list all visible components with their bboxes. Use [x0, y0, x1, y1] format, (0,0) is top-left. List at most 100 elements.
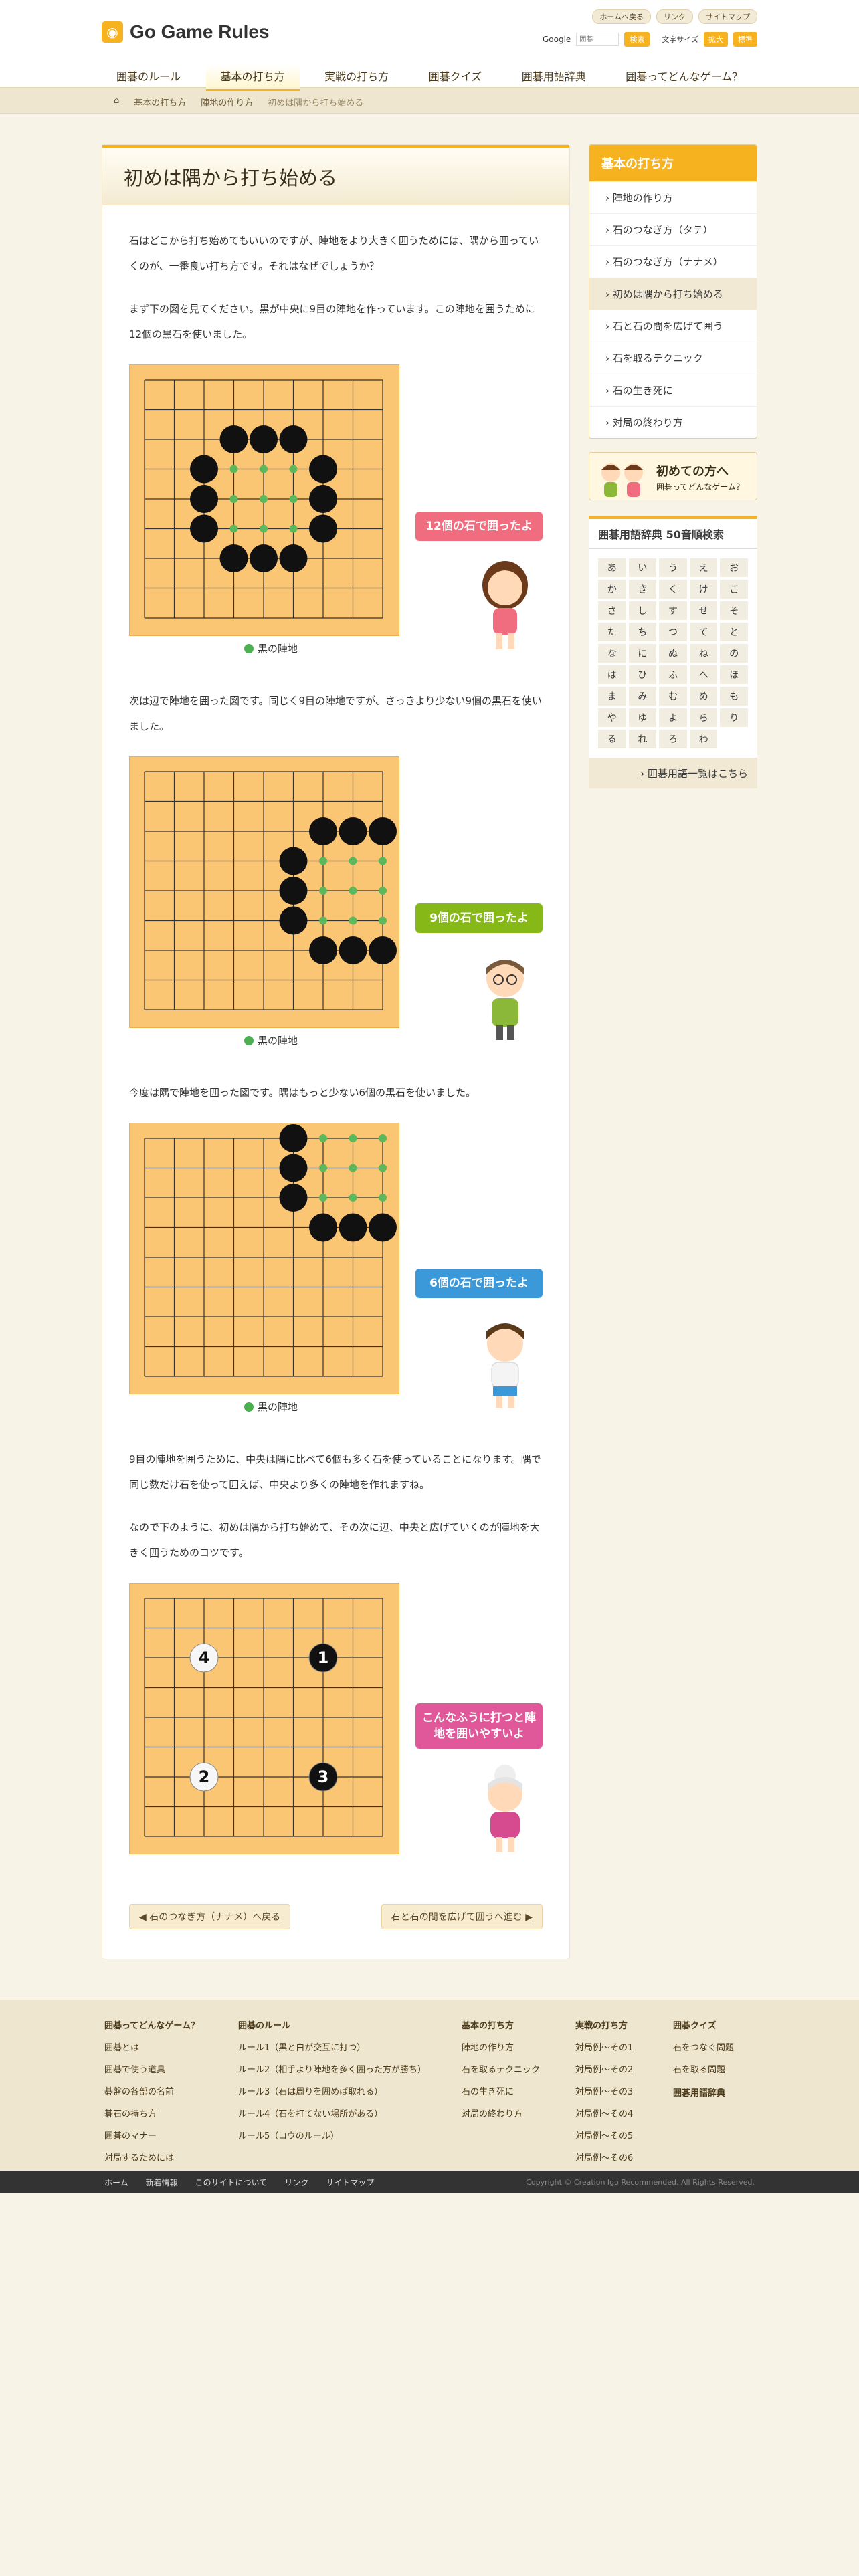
kana-cell[interactable]: あ [598, 558, 626, 577]
kana-cell[interactable]: ふ [659, 665, 687, 684]
kana-cell[interactable]: せ [689, 601, 718, 620]
kana-cell[interactable]: ら [689, 708, 718, 727]
black-stone [369, 817, 397, 845]
footer: 囲碁ってどんなゲーム？ 囲碁とは 囲碁で使う道具 碁盤の各部の名前 碁石の持ち方 囲… [0, 2000, 859, 2171]
kana-cell[interactable]: か [598, 580, 626, 599]
footer-col-rules: 囲碁のルール ルール1（黒と白が交互に打つ） ルール2（相手より陣地を多く囲った方… [238, 2021, 427, 2141]
sidebar-item-capture[interactable]: › 石を取るテクニック [589, 342, 757, 374]
sidebar-item-life-death[interactable]: › 石の生き死に [589, 374, 757, 406]
sidebar-item-corner-first[interactable]: › 初めは隅から打ち始める [589, 278, 757, 310]
search-button[interactable]: 検索 [624, 32, 650, 47]
footer-link-links[interactable]: リンク [284, 2177, 308, 2188]
kana-cell[interactable]: け [689, 580, 718, 599]
kana-cell[interactable]: の [720, 644, 748, 663]
nav-about[interactable]: 囲碁ってどんなゲーム？ [611, 64, 757, 91]
kana-cell[interactable]: こ [720, 580, 748, 599]
kana-cell[interactable]: り [720, 708, 748, 727]
dictionary-all-link[interactable]: › 囲碁用語一覧はこちら [589, 758, 757, 788]
kana-cell[interactable]: ゆ [628, 708, 657, 727]
kana-cell[interactable]: む [659, 687, 687, 706]
logo-icon: ◉ [102, 21, 123, 43]
sitemap-link[interactable]: サイトマップ [698, 9, 757, 24]
territory-dot [379, 1134, 387, 1142]
promo-title: 初めての方へ [656, 465, 729, 479]
kana-cell[interactable]: ほ [720, 665, 748, 684]
sidebar-item-territory[interactable]: › 陣地の作り方 [589, 181, 757, 213]
caption-side: 黒の陣地 [244, 1033, 298, 1047]
crumb-territory[interactable]: 陣地の作り方 [201, 96, 253, 108]
home-link[interactable]: ホームへ戻る [592, 9, 651, 24]
prev-page-button[interactable]: ◀ 石のつなぎ方（ナナメ）へ戻る [129, 1904, 291, 1929]
territory-dot [379, 857, 387, 865]
search-input[interactable] [576, 33, 619, 46]
kana-cell[interactable]: よ [659, 708, 687, 727]
kana-cell[interactable]: え [689, 558, 718, 577]
footer-col-basics: 基本の打ち方 陣地の作り方 石を取るテクニック 石の生き死に 対局の終わり方 [462, 2021, 541, 2119]
nav-basics[interactable]: 基本の打ち方 [205, 64, 300, 91]
kana-cell[interactable]: は [598, 665, 626, 684]
footer-link-home[interactable]: ホーム [104, 2177, 128, 2188]
kana-cell[interactable]: さ [598, 601, 626, 620]
next-page-button[interactable]: 石と石の間を広げて囲うへ進む ▶ [381, 1904, 543, 1929]
kana-cell[interactable]: ち [628, 623, 657, 641]
font-std-button[interactable]: 標準 [733, 32, 757, 47]
kana-cell[interactable]: し [628, 601, 657, 620]
kana-cell[interactable]: な [598, 644, 626, 663]
footer-link-sitemap[interactable]: サイトマップ [326, 2177, 374, 2188]
kana-cell[interactable]: に [628, 644, 657, 663]
crumb-basics[interactable]: 基本の打ち方 [134, 96, 186, 108]
footer-link-about[interactable]: このサイトについて [195, 2177, 268, 2188]
kana-cell[interactable]: わ [689, 730, 718, 748]
black-stone [369, 1213, 397, 1242]
font-large-button[interactable]: 拡大 [704, 32, 728, 47]
kana-cell[interactable]: つ [659, 623, 687, 641]
kana-cell[interactable]: め [689, 687, 718, 706]
footer-col-practice: 実戦の打ち方 対局例〜その1 対局例〜その2 対局例〜その3 対局例〜その4 対局例… [575, 2021, 634, 2163]
territory-dot [349, 916, 357, 925]
footer-col-about: 囲碁ってどんなゲーム？ 囲碁とは 囲碁で使う道具 碁盤の各部の名前 碁石の持ち方 囲… [104, 2021, 199, 2163]
kana-cell[interactable]: ろ [659, 730, 687, 748]
black-stone [250, 544, 278, 572]
sidebar-item-endgame[interactable]: › 対局の終わり方 [589, 406, 757, 438]
speech-bubble-6: 6個の石で囲ったよ [415, 1269, 543, 1298]
home-icon[interactable]: ⌂ [114, 96, 119, 108]
nav-rules[interactable]: 囲碁のルール [102, 64, 195, 91]
kana-cell[interactable]: う [659, 558, 687, 577]
kana-cell[interactable]: い [628, 558, 657, 577]
kana-cell[interactable]: ひ [628, 665, 657, 684]
kana-cell[interactable]: や [598, 708, 626, 727]
black-stone [339, 1213, 367, 1242]
dictionary-heading: 囲碁用語辞典 50音順検索 [589, 519, 757, 549]
kana-cell[interactable]: き [628, 580, 657, 599]
kana-cell[interactable]: て [689, 623, 718, 641]
kana-cell[interactable]: た [598, 623, 626, 641]
move-number: 4 [199, 1648, 210, 1667]
kana-cell[interactable]: へ [689, 665, 718, 684]
territory-dot [349, 1194, 357, 1202]
kana-cell[interactable]: れ [628, 730, 657, 748]
footer-link-news[interactable]: 新着情報 [146, 2177, 178, 2188]
kana-cell[interactable]: ね [689, 644, 718, 663]
sidebar: 基本の打ち方 › 陣地の作り方 › 石のつなぎ方（タテ） › 石のつなぎ方（ナナ… [589, 144, 757, 788]
beginner-banner[interactable]: 初めての方へ 囲碁ってどんなゲーム？ [589, 452, 757, 500]
kana-cell[interactable]: そ [720, 601, 748, 620]
kana-cell[interactable]: お [720, 558, 748, 577]
site-logo[interactable]: ◉ Go Game Rules [102, 21, 270, 43]
kana-cell[interactable]: る [598, 730, 626, 748]
territory-dot [260, 465, 268, 473]
kana-cell[interactable]: ま [598, 687, 626, 706]
move-number: 2 [199, 1767, 210, 1786]
kana-cell[interactable]: も [720, 687, 748, 706]
kana-cell[interactable]: み [628, 687, 657, 706]
kana-cell[interactable]: ぬ [659, 644, 687, 663]
kana-cell[interactable]: す [659, 601, 687, 620]
sidebar-item-widen[interactable]: › 石と石の間を広げて囲う [589, 310, 757, 342]
sidebar-item-connect-diagonal[interactable]: › 石のつなぎ方（ナナメ） [589, 245, 757, 278]
sidebar-item-connect-vertical[interactable]: › 石のつなぎ方（タテ） [589, 213, 757, 245]
kana-cell[interactable]: く [659, 580, 687, 599]
nav-quiz[interactable]: 囲碁クイズ [414, 64, 497, 91]
nav-dictionary[interactable]: 囲碁用語辞典 [507, 64, 601, 91]
nav-practice[interactable]: 実戦の打ち方 [310, 64, 403, 91]
kana-cell[interactable]: と [720, 623, 748, 641]
links-link[interactable]: リンク [656, 9, 693, 24]
